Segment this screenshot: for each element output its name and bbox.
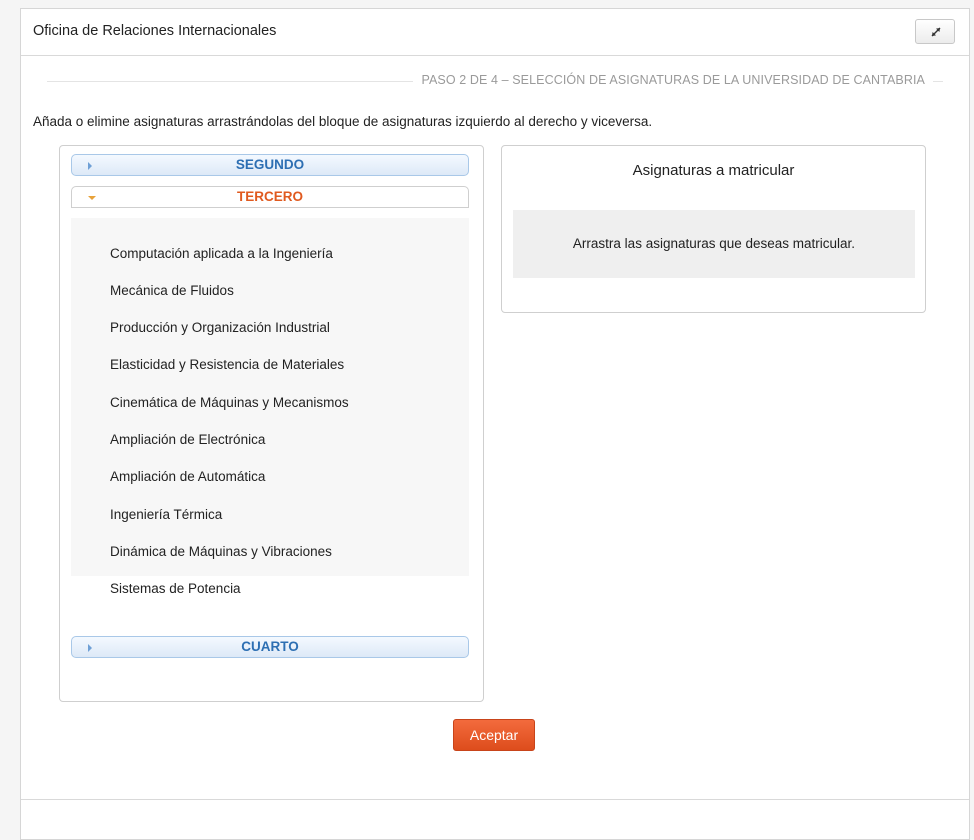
instructions-text: Añada o elimine asignaturas arrastrándol… <box>33 114 653 129</box>
subject-item[interactable]: Dinámica de Máquinas y Vibraciones <box>110 544 332 559</box>
accordion-label: TERCERO <box>236 189 303 204</box>
subject-item[interactable]: Ampliación de Electrónica <box>110 432 265 447</box>
drop-zone-placeholder: Arrastra las asignaturas que deseas matr… <box>572 236 856 251</box>
subject-item[interactable]: Producción y Organización Industrial <box>110 320 330 335</box>
selected-subjects-title: Asignaturas a matricular <box>632 162 795 179</box>
selected-subjects-box: Asignaturas a matricular Arrastra las as… <box>501 145 926 313</box>
expand-button[interactable] <box>915 19 955 44</box>
accordion-label: CUARTO <box>241 639 299 654</box>
footer-divider <box>21 799 969 800</box>
panel-header: Oficina de Relaciones Internacionales <box>21 9 969 56</box>
subject-item[interactable]: Cinemática de Máquinas y Mecanismos <box>110 395 349 410</box>
main-panel: Oficina de Relaciones Internacionales PA… <box>20 8 970 840</box>
expand-icon <box>931 27 941 37</box>
accordion-header-cuarto[interactable]: CUARTO <box>71 636 469 658</box>
subject-item[interactable]: Computación aplicada a la Ingeniería <box>110 246 333 261</box>
subject-item[interactable]: Mecánica de Fluidos <box>110 283 234 298</box>
subject-item[interactable]: Elasticidad y Resistencia de Materiales <box>110 357 344 372</box>
subject-item[interactable]: Ampliación de Automática <box>110 469 265 484</box>
step-indicator: PASO 2 DE 4 – SELECCIÓN DE ASIGNATURAS D… <box>413 73 933 87</box>
accordion-header-tercero[interactable]: TERCERO <box>71 186 469 208</box>
panel-title: Oficina de Relaciones Internacionales <box>33 23 277 39</box>
accordion-label: SEGUNDO <box>235 157 305 172</box>
accept-button[interactable]: Aceptar <box>453 719 535 751</box>
accordion-header-segundo[interactable]: SEGUNDO <box>71 154 469 176</box>
subjects-drop-zone[interactable]: Arrastra las asignaturas que deseas matr… <box>513 210 915 278</box>
subject-item[interactable]: Ingeniería Térmica <box>110 507 222 522</box>
subject-item[interactable]: Sistemas de Potencia <box>110 581 241 596</box>
available-subjects-box: SEGUNDO TERCERO Computación aplicada a l… <box>59 145 484 702</box>
